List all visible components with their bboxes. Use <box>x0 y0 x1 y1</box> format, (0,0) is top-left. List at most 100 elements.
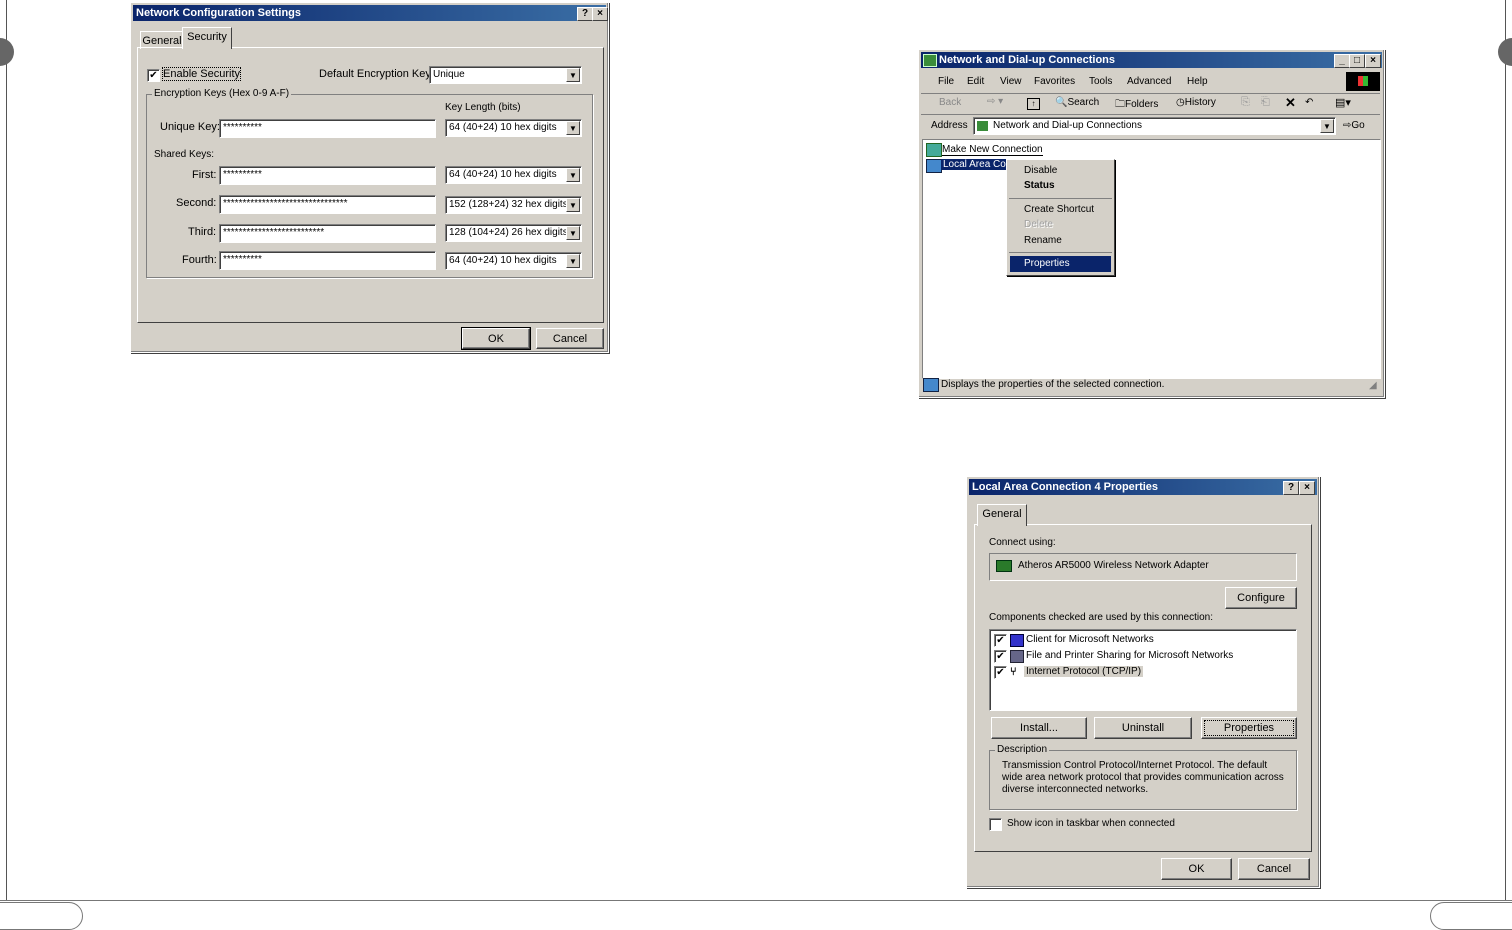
page-margin-right <box>1505 0 1506 900</box>
toolbar-divider <box>921 93 1380 94</box>
uninstall-button[interactable]: Uninstall <box>1094 717 1192 739</box>
views-icon[interactable]: ▤▾ <box>1335 96 1351 109</box>
cancel-button[interactable]: Cancel <box>1238 858 1310 880</box>
go-button[interactable]: ⇨Go <box>1343 120 1365 131</box>
go-label: Go <box>1351 120 1365 131</box>
chevron-down-icon[interactable]: ▼ <box>1320 119 1334 133</box>
default-key-label: Default Encryption Key: <box>319 68 434 80</box>
windows-logo-icon <box>1346 72 1380 91</box>
shared-key-third-length-select[interactable]: 128 (104+24) 26 hex digits ▼ <box>445 224 582 242</box>
back-button[interactable]: Back <box>939 97 961 108</box>
enable-security-checkbox[interactable]: ✔ <box>147 69 160 82</box>
history-label: History <box>1184 97 1216 108</box>
components-list: ✔ Client for Microsoft Networks ✔ File a… <box>989 629 1297 711</box>
connections-list: Make New Connection Local Area Con Disab… <box>922 139 1381 379</box>
close-button[interactable]: × <box>1299 481 1315 495</box>
shared-key-fourth-length-select[interactable]: 64 (40+24) 10 hex digits ▼ <box>445 252 582 270</box>
chevron-down-icon[interactable]: ▼ <box>566 198 580 212</box>
address-divider <box>921 114 1380 115</box>
make-new-connection-item[interactable]: Make New Connection <box>942 144 1043 156</box>
show-icon-label: Show icon in taskbar when connected <box>1007 818 1175 829</box>
menu-properties[interactable]: Properties <box>1010 256 1111 272</box>
forward-arrow-icon[interactable]: ⇨ ▾ <box>987 96 1003 107</box>
menu-status[interactable]: Status <box>1010 178 1111 194</box>
page-tab-left <box>0 902 83 930</box>
copy-to-icon[interactable]: ⎗ <box>1261 96 1270 109</box>
chevron-down-icon[interactable]: ▼ <box>566 254 580 268</box>
protocol-icon: ⑂ <box>1010 666 1017 678</box>
shared-key-second-input[interactable]: ******************************** <box>219 195 436 214</box>
ok-button[interactable]: OK <box>1161 858 1232 880</box>
ok-button[interactable]: OK <box>461 327 531 350</box>
cancel-button[interactable]: Cancel <box>536 328 604 349</box>
menu-create-shortcut[interactable]: Create Shortcut <box>1010 202 1111 218</box>
shared-key-first-input[interactable]: ********** <box>219 166 436 185</box>
close-button[interactable]: × <box>1365 54 1381 68</box>
tab-security[interactable]: Security <box>182 27 232 49</box>
unique-key-length-select[interactable]: 64 (40+24) 10 hex digits ▼ <box>445 119 582 137</box>
description-text: Transmission Control Protocol/Internet P… <box>1002 760 1284 795</box>
shared-key-third-input[interactable]: ************************** <box>219 224 436 243</box>
show-icon-checkbox[interactable] <box>989 818 1002 831</box>
chevron-down-icon[interactable]: ▼ <box>566 121 580 135</box>
chevron-down-icon[interactable]: ▼ <box>566 226 580 240</box>
component-checkbox[interactable]: ✔ <box>994 634 1007 647</box>
move-to-icon[interactable]: ⎘ <box>1241 96 1250 109</box>
folder-icon: 🗀 <box>1115 99 1125 110</box>
adapter-box: Atheros AR5000 Wireless Network Adapter <box>989 553 1297 581</box>
encryption-keys-label: Encryption Keys (Hex 0-9 A-F) <box>152 88 292 99</box>
resize-grip-icon[interactable]: ◢ <box>1369 380 1377 391</box>
address-value: Network and Dial-up Connections <box>993 120 1142 131</box>
search-button[interactable]: 🔍Search <box>1055 97 1099 108</box>
unique-key-input[interactable]: ********** <box>219 119 436 138</box>
minimize-button[interactable]: _ <box>1334 54 1350 68</box>
components-label: Components checked are used by this conn… <box>989 612 1214 623</box>
menu-help[interactable]: Help <box>1187 76 1208 87</box>
menu-tools[interactable]: Tools <box>1089 76 1112 87</box>
tab-general[interactable]: General <box>977 504 1027 526</box>
component-checkbox[interactable]: ✔ <box>994 666 1007 679</box>
chevron-down-icon[interactable]: ▼ <box>566 168 580 182</box>
history-icon: ◷ <box>1176 97 1185 108</box>
component-client[interactable]: Client for Microsoft Networks <box>1026 634 1154 645</box>
binding-mark-left <box>0 38 14 66</box>
install-button[interactable]: Install... <box>991 717 1087 739</box>
status-connection-icon <box>923 378 939 392</box>
menu-favorites[interactable]: Favorites <box>1034 76 1075 87</box>
shared-key-third-label: Third: <box>188 226 217 238</box>
chevron-down-icon[interactable]: ▼ <box>566 68 580 82</box>
menu-edit[interactable]: Edit <box>967 76 984 87</box>
close-button[interactable]: × <box>592 7 608 21</box>
maximize-button[interactable]: □ <box>1349 54 1365 68</box>
address-input[interactable]: Network and Dial-up Connections ▼ <box>973 117 1336 135</box>
component-file-printer-sharing[interactable]: File and Printer Sharing for Microsoft N… <box>1026 650 1233 661</box>
menu-view[interactable]: View <box>1000 76 1022 87</box>
component-checkbox[interactable]: ✔ <box>994 650 1007 663</box>
component-tcpip[interactable]: Internet Protocol (TCP/IP) <box>1024 666 1144 677</box>
shared-key-second-length-select[interactable]: 152 (128+24) 32 hex digits ▼ <box>445 196 582 214</box>
folders-button[interactable]: 🗀Folders <box>1115 97 1158 114</box>
make-connection-icon <box>926 143 942 157</box>
default-key-select[interactable]: Unique ▼ <box>429 66 582 84</box>
menu-rename[interactable]: Rename <box>1010 233 1111 249</box>
up-folder-icon[interactable]: ↑ <box>1027 98 1040 110</box>
unique-key-label: Unique Key: <box>160 121 220 133</box>
properties-button[interactable]: Properties <box>1201 717 1297 739</box>
configure-button[interactable]: Configure <box>1225 587 1297 609</box>
history-button[interactable]: ◷History <box>1176 97 1216 108</box>
page-bottom-rule <box>0 900 1512 901</box>
help-button[interactable]: ? <box>577 7 593 21</box>
undo-icon[interactable]: ↶ <box>1305 97 1313 108</box>
shared-key-fourth-input[interactable]: ********** <box>219 251 436 270</box>
menu-disable[interactable]: Disable <box>1010 163 1111 179</box>
delete-icon[interactable]: ✕ <box>1285 95 1296 111</box>
help-button[interactable]: ? <box>1283 481 1299 495</box>
network-folder-icon <box>977 121 988 131</box>
local-area-connection-item[interactable]: Local Area Con <box>941 159 1014 170</box>
menu-file[interactable]: File <box>938 76 954 87</box>
search-label: Search <box>1067 97 1100 108</box>
shared-key-first-length-select[interactable]: 64 (40+24) 10 hex digits ▼ <box>445 166 582 184</box>
shared-key-first-length-value: 64 (40+24) 10 hex digits <box>449 169 557 180</box>
menu-advanced[interactable]: Advanced <box>1127 76 1171 87</box>
shared-key-second-label: Second: <box>176 197 217 209</box>
